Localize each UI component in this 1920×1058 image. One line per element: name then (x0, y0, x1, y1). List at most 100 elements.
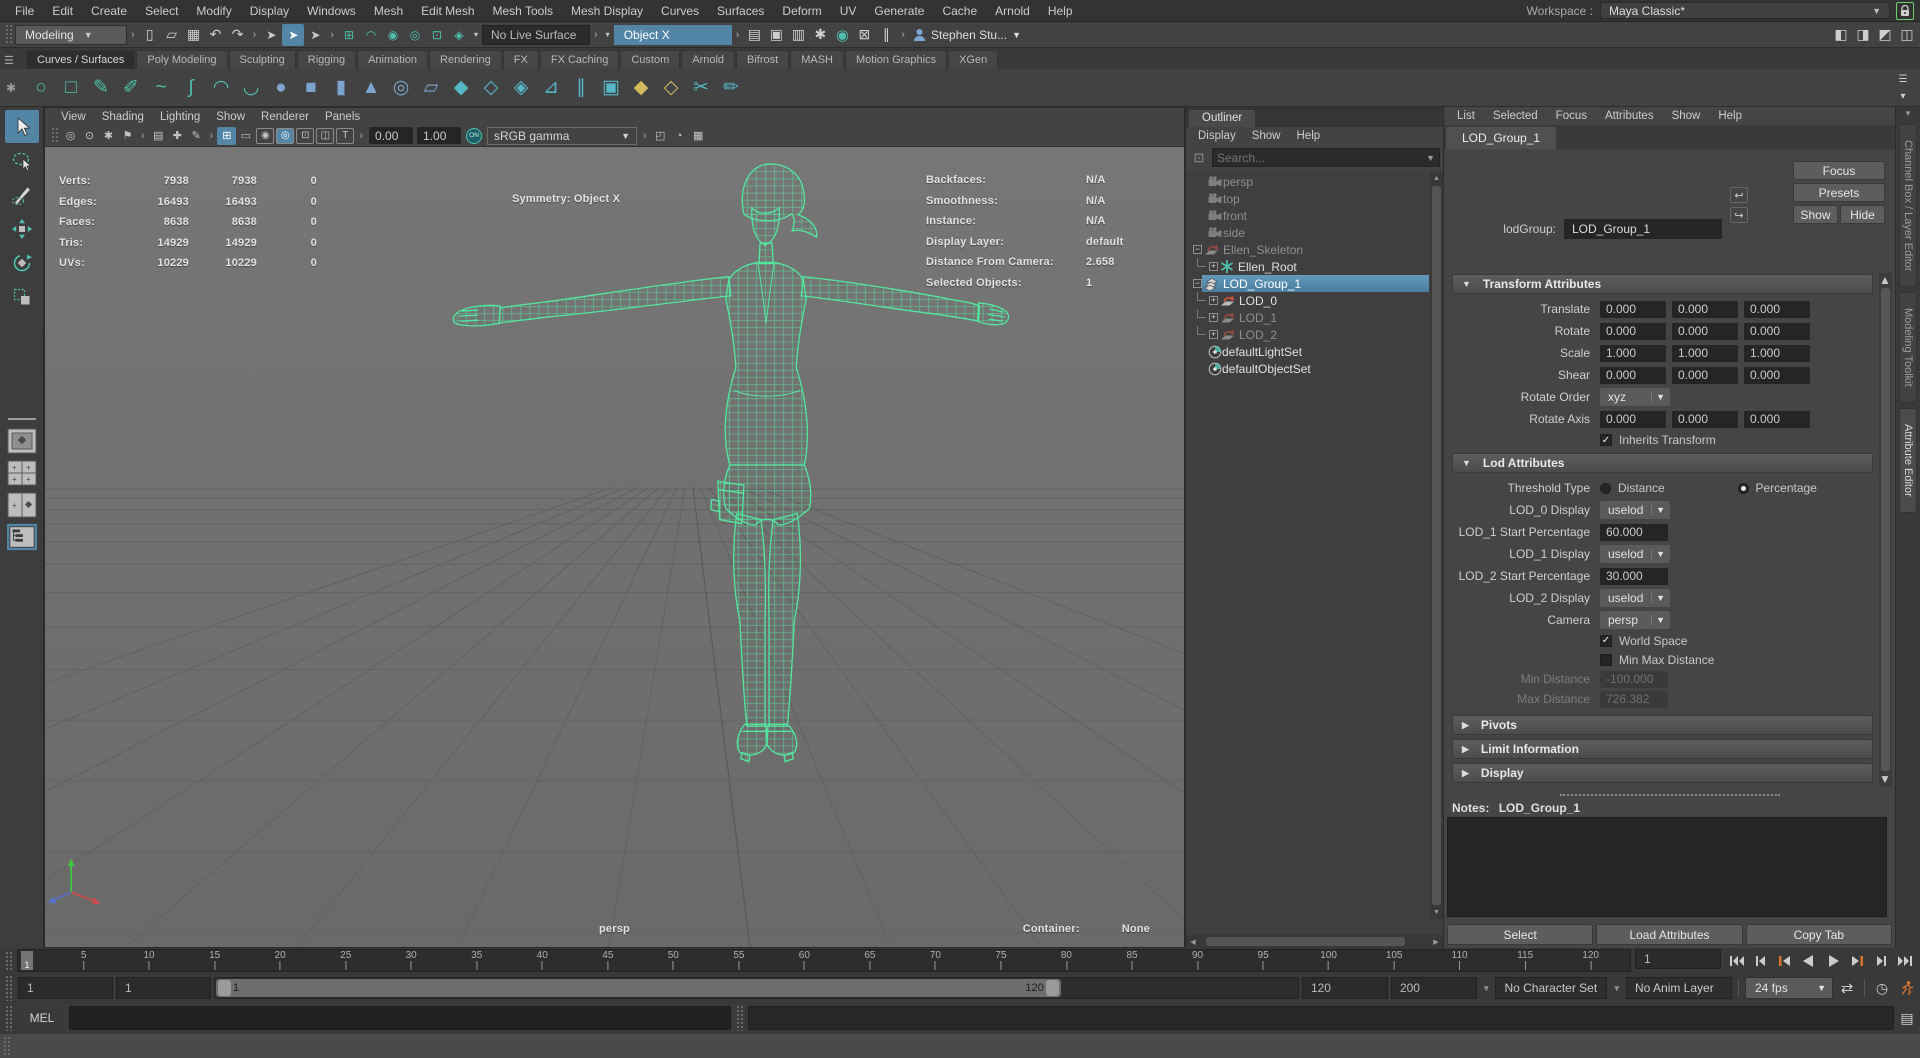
shelf-tab-poly-modeling[interactable]: Poly Modeling (136, 50, 227, 69)
sculpt-surfaces-tool-button[interactable]: ✏ (716, 73, 746, 103)
drag-handle[interactable] (3, 1036, 10, 1056)
ae-tab-lod-group-1[interactable]: LOD_Group_1 (1446, 127, 1556, 149)
xray-button[interactable]: ◔ (670, 127, 689, 145)
playback-loop-button[interactable]: ⇄ (1836, 977, 1858, 999)
two-point-arc-button[interactable]: ◠ (206, 73, 236, 103)
shelf-tab-rigging[interactable]: Rigging (297, 50, 356, 69)
drag-handle[interactable] (5, 951, 12, 970)
extrude-button[interactable]: ⊿ (536, 73, 566, 103)
rotate-order-dropdown[interactable]: xyz ▼ (1600, 388, 1670, 406)
menu-mesh-display[interactable]: Mesh Display (562, 2, 652, 20)
shelf-tab-custom[interactable]: Custom (620, 50, 680, 69)
command-result-field[interactable] (748, 1006, 1894, 1030)
inherits-transform-checkbox[interactable]: ✓ (1600, 434, 1612, 446)
translate-z-field[interactable]: 0.000 (1744, 301, 1810, 318)
redo-button[interactable]: ↷ (227, 24, 249, 46)
exposure-field[interactable]: 0.00 (369, 127, 413, 144)
two-pane-layout-button[interactable]: + (7, 492, 37, 518)
timeline-tick[interactable]: 5 (81, 950, 87, 970)
pen-curve-tool-button[interactable]: ✐ (116, 73, 146, 103)
select-by-object-button[interactable]: ➤ (282, 24, 304, 46)
revolve-button[interactable]: ◆ (446, 73, 476, 103)
collapse-expander[interactable]: − (1193, 279, 1202, 288)
timeline-tick[interactable]: 10 (143, 950, 154, 970)
timeline-tick[interactable]: 100 (1320, 950, 1337, 970)
scroll-down-icon[interactable]: ▼ (1430, 906, 1443, 919)
ae-menu-attributes[interactable]: Attributes (1596, 109, 1663, 123)
scroll-left-icon[interactable]: ◀ (1186, 935, 1200, 948)
shelf-overflow-button[interactable]: ☰ (1894, 71, 1912, 87)
anim-layer-dropdown[interactable]: No Anim Layer (1626, 977, 1732, 999)
paint-selection-tool[interactable] (5, 178, 39, 211)
scrollbar-thumb[interactable] (1432, 186, 1441, 905)
shelf-tab-bifrost[interactable]: Bifrost (736, 50, 789, 69)
grid-toggle-button[interactable]: ⊞ (217, 127, 236, 145)
playback-end-field[interactable]: 120 (1302, 977, 1388, 999)
world-space-checkbox[interactable]: ✓ (1600, 635, 1612, 647)
go-to-end-button[interactable] (1893, 950, 1916, 971)
step-forward-key-button[interactable] (1845, 950, 1868, 971)
menu-mesh[interactable]: Mesh (365, 2, 412, 20)
scale-tool[interactable] (5, 280, 39, 313)
menu-edit-mesh[interactable]: Edit Mesh (412, 2, 483, 20)
viewport-canvas[interactable]: Verts:793879380 Edges:16493164930 Faces:… (45, 147, 1184, 947)
nurbs-torus-button[interactable]: ◎ (386, 73, 416, 103)
animation-start-field[interactable]: 1 (18, 977, 113, 999)
pencil-curve-tool-button[interactable]: ✎ (86, 73, 116, 103)
menu-help[interactable]: Help (1039, 2, 1082, 20)
render-settings-button[interactable]: ✱ (809, 24, 831, 46)
ae-menu-show[interactable]: Show (1663, 109, 1710, 123)
scale-x-field[interactable]: 1.000 (1600, 345, 1666, 362)
tab-channel-box-layer-editor[interactable]: Channel Box / Layer Editor (1899, 124, 1917, 287)
select-by-component-button[interactable]: ➤ (304, 24, 326, 46)
shelf-tab-arnold[interactable]: Arnold (681, 50, 735, 69)
outliner-item-lod-2[interactable]: + LOD_2 (1190, 326, 1429, 343)
bevel-button[interactable]: ◆ (626, 73, 656, 103)
menu-curves[interactable]: Curves (652, 2, 708, 20)
timeline-tick[interactable]: 115 (1517, 950, 1533, 970)
camera-attributes-button[interactable]: ✱ (99, 127, 118, 145)
outliner-horizontal-scrollbar[interactable]: ◀ ▶ (1186, 935, 1443, 948)
timeline-tick[interactable]: 50 (668, 950, 679, 970)
character-set-dropdown[interactable]: No Character Set (1495, 977, 1607, 999)
snap-to-points-button[interactable]: ◉ (382, 24, 404, 46)
show-button[interactable]: Show (1793, 205, 1838, 224)
shelf-tab-animation[interactable]: Animation (357, 50, 428, 69)
timeline-tick[interactable]: 70 (930, 950, 941, 970)
workspace-dropdown[interactable]: Maya Classic* ▼ (1600, 2, 1890, 19)
timeline-tick[interactable]: 20 (275, 950, 286, 970)
view-transform-dropdown[interactable]: sRGB gamma ▼ (487, 127, 637, 145)
rotate-axis-x-field[interactable]: 0.000 (1600, 411, 1666, 428)
safe-action-button[interactable]: ◫ (316, 128, 334, 144)
expand-expander[interactable]: + (1209, 330, 1218, 339)
new-scene-button[interactable]: ▯ (139, 24, 161, 46)
select-tool[interactable] (5, 110, 39, 143)
expand-expander[interactable]: + (1209, 313, 1218, 322)
drag-handle[interactable] (5, 1005, 12, 1031)
select-button[interactable]: Select (1447, 924, 1593, 945)
timeline-tick[interactable]: 75 (995, 950, 1006, 970)
step-back-key-button[interactable] (1773, 950, 1796, 971)
shelf-tab-fx[interactable]: FX (503, 50, 539, 69)
command-input[interactable] (69, 1006, 731, 1030)
search-input[interactable] (1217, 151, 1426, 165)
expand-expander[interactable]: + (1209, 262, 1218, 271)
open-render-view-button[interactable]: ▤ (743, 24, 765, 46)
range-slider[interactable]: 1 120 (214, 977, 1299, 999)
pause-viewport-button[interactable]: ∥ (875, 24, 897, 46)
nurbs-cylinder-button[interactable]: ▮ (326, 73, 356, 103)
timeline-tick[interactable]: 35 (471, 950, 482, 970)
expand-expander[interactable]: + (1209, 296, 1218, 305)
fps-dropdown[interactable]: 24 fps ▼ (1745, 977, 1833, 999)
focus-button[interactable]: Focus (1793, 161, 1885, 180)
rotate-z-field[interactable]: 0.000 (1744, 323, 1810, 340)
scale-z-field[interactable]: 1.000 (1744, 345, 1810, 362)
scroll-up-icon[interactable]: ▲ (1430, 172, 1443, 185)
viewport-menu-panels[interactable]: Panels (317, 110, 368, 124)
outliner-vertical-scrollbar[interactable]: ▲ ▼ (1430, 172, 1443, 919)
chevron-down-icon[interactable]: ▾ (1480, 983, 1493, 994)
loft-button[interactable]: ◇ (476, 73, 506, 103)
current-time-field[interactable]: 1 (1635, 949, 1721, 969)
chevron-down-icon[interactable]: ▾ (602, 24, 614, 46)
timeline-tick[interactable]: 105 (1386, 950, 1403, 970)
